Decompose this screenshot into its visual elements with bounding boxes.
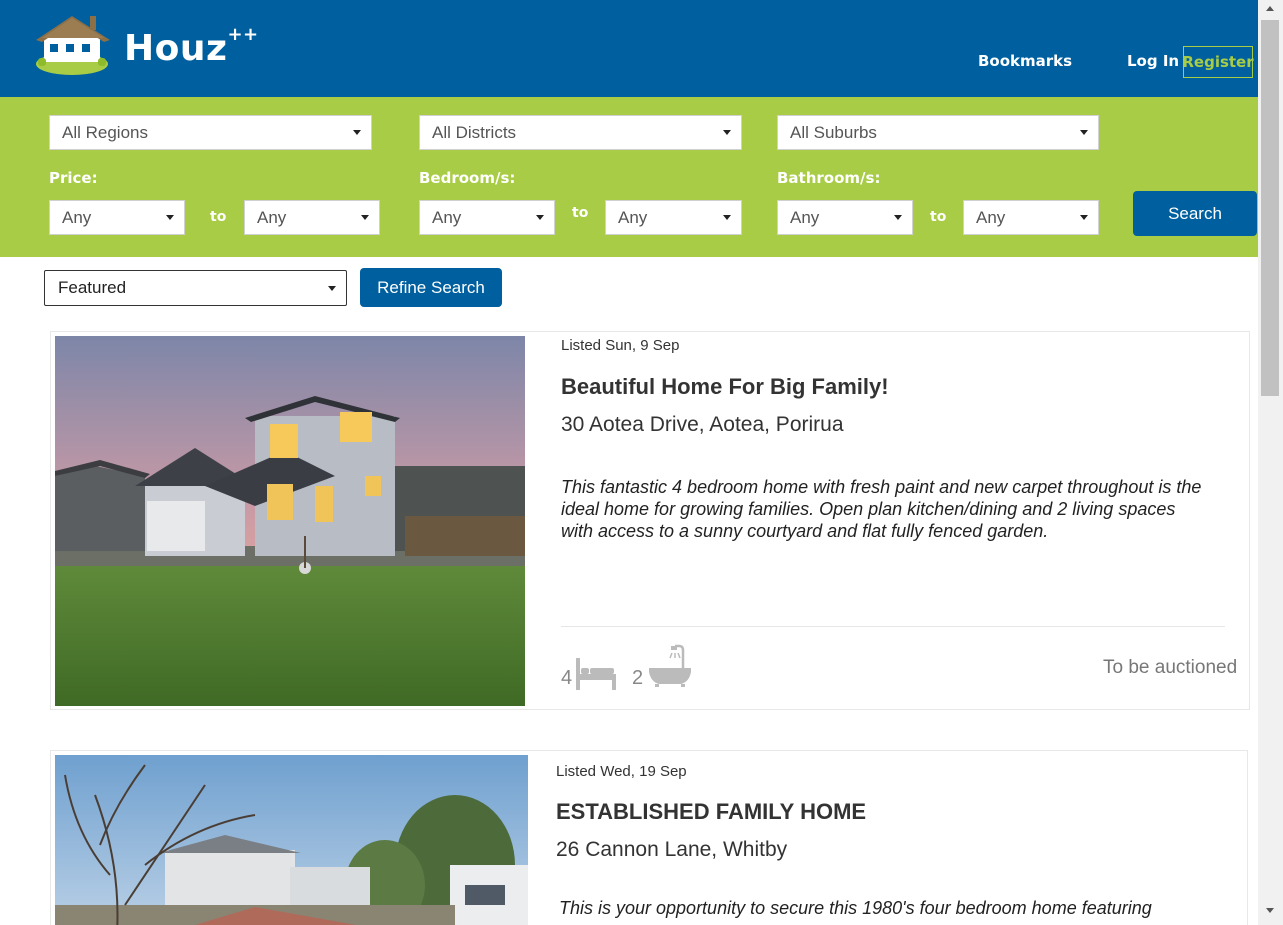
listing-card[interactable]: Listed Sun, 9 Sep Beautiful Home For Big…	[50, 331, 1250, 710]
caret-down-icon	[723, 130, 731, 135]
register-button[interactable]: Register	[1182, 46, 1254, 78]
house-logo-icon	[36, 16, 110, 75]
sort-select-value: Featured	[58, 278, 127, 297]
bathroom-label: Bathroom/s:	[777, 169, 881, 187]
bedroom-max-select[interactable]: Any	[605, 200, 742, 235]
refine-search-button[interactable]: Refine Search	[360, 268, 502, 307]
price-max-value: Any	[257, 207, 287, 227]
bedroom-min-select[interactable]: Any	[419, 200, 555, 235]
sale-method: To be auctioned	[1103, 657, 1238, 678]
caret-down-icon	[353, 130, 361, 135]
caret-down-icon	[328, 286, 336, 291]
listing-photo[interactable]	[55, 336, 525, 706]
caret-down-icon	[723, 215, 731, 220]
caret-down-icon	[1080, 130, 1088, 135]
bathroom-max-value: Any	[976, 207, 1006, 227]
caret-down-icon	[1080, 215, 1088, 220]
caret-down-icon	[536, 215, 544, 220]
bedroom-min-value: Any	[432, 207, 462, 227]
listing-title[interactable]: Beautiful Home For Big Family!	[561, 374, 889, 400]
district-select-value: All Districts	[432, 122, 517, 142]
district-select[interactable]: All Districts	[419, 115, 742, 150]
bathroom-min-select[interactable]: Any	[777, 200, 913, 235]
caret-down-icon	[166, 215, 174, 220]
price-to-label: to	[210, 209, 227, 225]
page: Houz++ Bookmarks Log In Register All Reg…	[0, 0, 1258, 925]
bedroom-to-label: to	[572, 205, 589, 221]
listing-photo[interactable]	[55, 755, 528, 925]
region-select[interactable]: All Regions	[49, 115, 372, 150]
bed-icon	[576, 658, 616, 690]
listing-date: Listed Wed, 19 Sep	[556, 763, 687, 780]
caret-down-icon	[361, 215, 369, 220]
site-header: Houz++ Bookmarks Log In Register	[0, 0, 1258, 97]
scroll-up-arrow-icon[interactable]	[1266, 6, 1274, 11]
bedroom-count: 4	[561, 667, 573, 689]
login-link[interactable]: Log In	[1127, 52, 1179, 70]
listing-address: 30 Aotea Drive, Aotea, Porirua	[561, 413, 844, 436]
listing-title[interactable]: ESTABLISHED FAMILY HOME	[556, 799, 866, 825]
listing-card[interactable]: Listed Wed, 19 Sep ESTABLISHED FAMILY HO…	[50, 750, 1248, 925]
bedroom-label: Bedroom/s:	[419, 169, 516, 187]
caret-down-icon	[894, 215, 902, 220]
sort-select[interactable]: Featured	[44, 270, 347, 306]
price-min-select[interactable]: Any	[49, 200, 185, 235]
brand-suffix: ++	[227, 24, 259, 45]
listing-description: This fantastic 4 bedroom home with fresh…	[561, 477, 1202, 541]
listing-address: 26 Cannon Lane, Whitby	[556, 838, 788, 861]
suburb-select[interactable]: All Suburbs	[777, 115, 1099, 150]
search-button[interactable]: Search	[1133, 191, 1257, 236]
bookmarks-link[interactable]: Bookmarks	[978, 52, 1072, 70]
listing-description: This is your opportunity to secure this …	[559, 898, 1152, 918]
listing-date: Listed Sun, 9 Sep	[561, 337, 680, 354]
suburb-select-value: All Suburbs	[790, 122, 877, 142]
price-label: Price:	[49, 169, 98, 187]
region-select-value: All Regions	[62, 122, 148, 142]
scroll-down-arrow-icon[interactable]	[1266, 908, 1274, 913]
bathroom-to-label: to	[930, 209, 947, 225]
scrollbar[interactable]	[1258, 0, 1283, 925]
bathroom-max-select[interactable]: Any	[963, 200, 1099, 235]
price-max-select[interactable]: Any	[244, 200, 380, 235]
search-filters: All Regions All Districts All Suburbs Pr…	[0, 97, 1258, 257]
brand-name: Houz++	[124, 24, 259, 69]
bathroom-min-value: Any	[790, 207, 820, 227]
bathtub-icon	[649, 644, 691, 687]
scrollbar-thumb[interactable]	[1261, 20, 1279, 396]
bedroom-max-value: Any	[618, 207, 648, 227]
divider	[561, 626, 1225, 627]
house-photo	[55, 755, 528, 925]
bathroom-count: 2	[632, 667, 644, 689]
brand-name-text: Houz	[124, 28, 228, 69]
house-photo	[55, 336, 525, 706]
price-min-value: Any	[62, 207, 92, 227]
